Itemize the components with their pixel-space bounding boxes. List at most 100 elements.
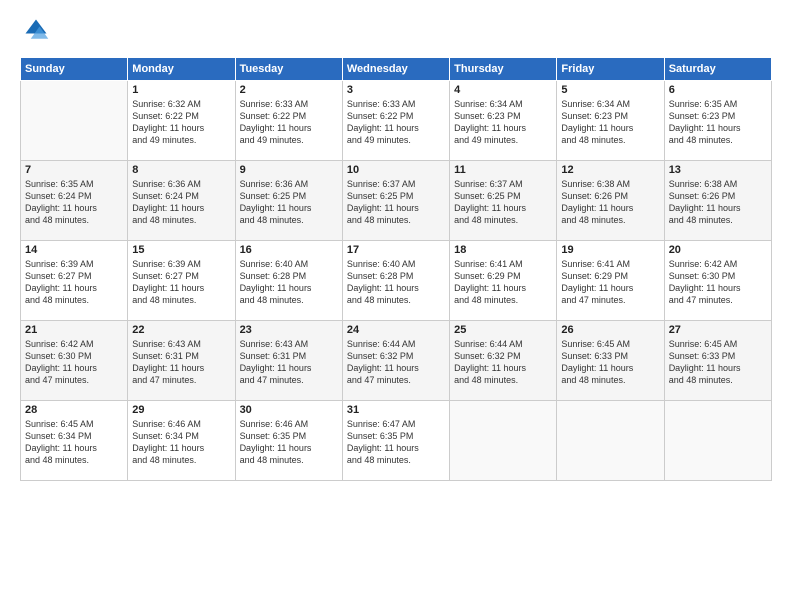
calendar-cell (450, 401, 557, 481)
logo-icon (22, 16, 50, 44)
calendar-header-friday: Friday (557, 58, 664, 81)
day-number: 31 (347, 404, 445, 416)
day-info: Sunrise: 6:45 AMSunset: 6:33 PMDaylight:… (669, 338, 767, 387)
header (20, 16, 772, 49)
page: SundayMondayTuesdayWednesdayThursdayFrid… (0, 0, 792, 612)
day-number: 20 (669, 244, 767, 256)
calendar-header-wednesday: Wednesday (342, 58, 449, 81)
calendar-cell: 30 Sunrise: 6:46 AMSunset: 6:35 PMDayligh… (235, 401, 342, 481)
calendar-cell: 4 Sunrise: 6:34 AMSunset: 6:23 PMDaylight… (450, 81, 557, 161)
calendar-header-saturday: Saturday (664, 58, 771, 81)
day-number: 22 (132, 324, 230, 336)
calendar-cell: 6 Sunrise: 6:35 AMSunset: 6:23 PMDaylight… (664, 81, 771, 161)
day-number: 6 (669, 84, 767, 96)
day-info: Sunrise: 6:35 AMSunset: 6:23 PMDaylight:… (669, 98, 767, 147)
day-info: Sunrise: 6:44 AMSunset: 6:32 PMDaylight:… (454, 338, 552, 387)
calendar-cell: 9 Sunrise: 6:36 AMSunset: 6:25 PMDaylight… (235, 161, 342, 241)
day-number: 15 (132, 244, 230, 256)
day-number: 2 (240, 84, 338, 96)
day-info: Sunrise: 6:34 AMSunset: 6:23 PMDaylight:… (561, 98, 659, 147)
calendar-cell: 8Sunrise: 6:36 AMSunset: 6:24 PMDaylight… (128, 161, 235, 241)
day-number: 13 (669, 164, 767, 176)
day-number: 17 (347, 244, 445, 256)
day-number: 5 (561, 84, 659, 96)
day-number: 28 (25, 404, 123, 416)
calendar-cell: 12 Sunrise: 6:38 AMSunset: 6:26 PMDayligh… (557, 161, 664, 241)
day-info: Sunrise: 6:43 AMSunset: 6:31 PMDaylight:… (240, 338, 338, 387)
day-info: Sunrise: 6:39 AMSunset: 6:27 PMDaylight:… (25, 258, 123, 307)
day-number: 7 (25, 164, 123, 176)
day-info: Sunrise: 6:38 AMSunset: 6:26 PMDaylight:… (669, 178, 767, 227)
day-info: Sunrise: 6:46 AMSunset: 6:34 PMDaylight:… (132, 418, 230, 467)
calendar-header-tuesday: Tuesday (235, 58, 342, 81)
day-info: Sunrise: 6:45 AMSunset: 6:34 PMDaylight:… (25, 418, 123, 467)
day-info: Sunrise: 6:41 AMSunset: 6:29 PMDaylight:… (454, 258, 552, 307)
calendar-cell (664, 401, 771, 481)
logo (20, 16, 54, 49)
day-number: 14 (25, 244, 123, 256)
day-info: Sunrise: 6:46 AMSunset: 6:35 PMDaylight:… (240, 418, 338, 467)
calendar-cell: 19Sunrise: 6:41 AMSunset: 6:29 PMDayligh… (557, 241, 664, 321)
calendar-cell: 17 Sunrise: 6:40 AMSunset: 6:28 PMDayligh… (342, 241, 449, 321)
calendar-cell: 5 Sunrise: 6:34 AMSunset: 6:23 PMDaylight… (557, 81, 664, 161)
calendar-cell: 26Sunrise: 6:45 AMSunset: 6:33 PMDayligh… (557, 321, 664, 401)
week-row-2: 7 Sunrise: 6:35 AMSunset: 6:24 PMDaylight… (21, 161, 772, 241)
calendar-header-row: SundayMondayTuesdayWednesdayThursdayFrid… (21, 58, 772, 81)
calendar-cell: 28 Sunrise: 6:45 AMSunset: 6:34 PMDayligh… (21, 401, 128, 481)
calendar-cell: 7 Sunrise: 6:35 AMSunset: 6:24 PMDaylight… (21, 161, 128, 241)
calendar-cell (21, 81, 128, 161)
calendar-cell: 15 Sunrise: 6:39 AMSunset: 6:27 PMDayligh… (128, 241, 235, 321)
day-info: Sunrise: 6:37 AMSunset: 6:25 PMDaylight:… (454, 178, 552, 227)
day-number: 8 (132, 164, 230, 176)
day-info: Sunrise: 6:42 AMSunset: 6:30 PMDaylight:… (25, 338, 123, 387)
day-info: Sunrise: 6:44 AMSunset: 6:32 PMDaylight:… (347, 338, 445, 387)
day-number: 19 (561, 244, 659, 256)
day-number: 23 (240, 324, 338, 336)
day-info: Sunrise: 6:33 AMSunset: 6:22 PMDaylight:… (347, 98, 445, 147)
day-number: 9 (240, 164, 338, 176)
calendar-cell (557, 401, 664, 481)
calendar-header-monday: Monday (128, 58, 235, 81)
calendar-cell: 14 Sunrise: 6:39 AMSunset: 6:27 PMDayligh… (21, 241, 128, 321)
week-row-3: 14 Sunrise: 6:39 AMSunset: 6:27 PMDayligh… (21, 241, 772, 321)
day-number: 30 (240, 404, 338, 416)
calendar-cell: 11Sunrise: 6:37 AMSunset: 6:25 PMDayligh… (450, 161, 557, 241)
calendar-cell: 21 Sunrise: 6:42 AMSunset: 6:30 PMDayligh… (21, 321, 128, 401)
day-info: Sunrise: 6:38 AMSunset: 6:26 PMDaylight:… (561, 178, 659, 227)
day-number: 3 (347, 84, 445, 96)
calendar-cell: 27 Sunrise: 6:45 AMSunset: 6:33 PMDayligh… (664, 321, 771, 401)
calendar-cell: 24Sunrise: 6:44 AMSunset: 6:32 PMDayligh… (342, 321, 449, 401)
day-info: Sunrise: 6:42 AMSunset: 6:30 PMDaylight:… (669, 258, 767, 307)
calendar-cell: 23 Sunrise: 6:43 AMSunset: 6:31 PMDayligh… (235, 321, 342, 401)
day-info: Sunrise: 6:33 AMSunset: 6:22 PMDaylight:… (240, 98, 338, 147)
calendar-cell: 31Sunrise: 6:47 AMSunset: 6:35 PMDayligh… (342, 401, 449, 481)
day-info: Sunrise: 6:43 AMSunset: 6:31 PMDaylight:… (132, 338, 230, 387)
day-number: 12 (561, 164, 659, 176)
calendar-header-sunday: Sunday (21, 58, 128, 81)
day-number: 18 (454, 244, 552, 256)
day-number: 4 (454, 84, 552, 96)
calendar-cell: 22 Sunrise: 6:43 AMSunset: 6:31 PMDayligh… (128, 321, 235, 401)
day-info: Sunrise: 6:36 AMSunset: 6:25 PMDaylight:… (240, 178, 338, 227)
day-number: 29 (132, 404, 230, 416)
day-info: Sunrise: 6:32 AMSunset: 6:22 PMDaylight:… (132, 98, 230, 147)
calendar-cell: 10 Sunrise: 6:37 AMSunset: 6:25 PMDayligh… (342, 161, 449, 241)
day-number: 27 (669, 324, 767, 336)
calendar-cell: 16Sunrise: 6:40 AMSunset: 6:28 PMDayligh… (235, 241, 342, 321)
day-info: Sunrise: 6:35 AMSunset: 6:24 PMDaylight:… (25, 178, 123, 227)
day-info: Sunrise: 6:34 AMSunset: 6:23 PMDaylight:… (454, 98, 552, 147)
week-row-4: 21 Sunrise: 6:42 AMSunset: 6:30 PMDayligh… (21, 321, 772, 401)
day-info: Sunrise: 6:39 AMSunset: 6:27 PMDaylight:… (132, 258, 230, 307)
day-info: Sunrise: 6:37 AMSunset: 6:25 PMDaylight:… (347, 178, 445, 227)
week-row-5: 28 Sunrise: 6:45 AMSunset: 6:34 PMDayligh… (21, 401, 772, 481)
calendar-cell: 13 Sunrise: 6:38 AMSunset: 6:26 PMDayligh… (664, 161, 771, 241)
day-number: 10 (347, 164, 445, 176)
calendar-cell: 20 Sunrise: 6:42 AMSunset: 6:30 PMDayligh… (664, 241, 771, 321)
calendar-cell: 2 Sunrise: 6:33 AMSunset: 6:22 PMDaylight… (235, 81, 342, 161)
day-number: 26 (561, 324, 659, 336)
calendar-header-thursday: Thursday (450, 58, 557, 81)
day-number: 21 (25, 324, 123, 336)
day-number: 16 (240, 244, 338, 256)
day-info: Sunrise: 6:40 AMSunset: 6:28 PMDaylight:… (347, 258, 445, 307)
day-number: 25 (454, 324, 552, 336)
